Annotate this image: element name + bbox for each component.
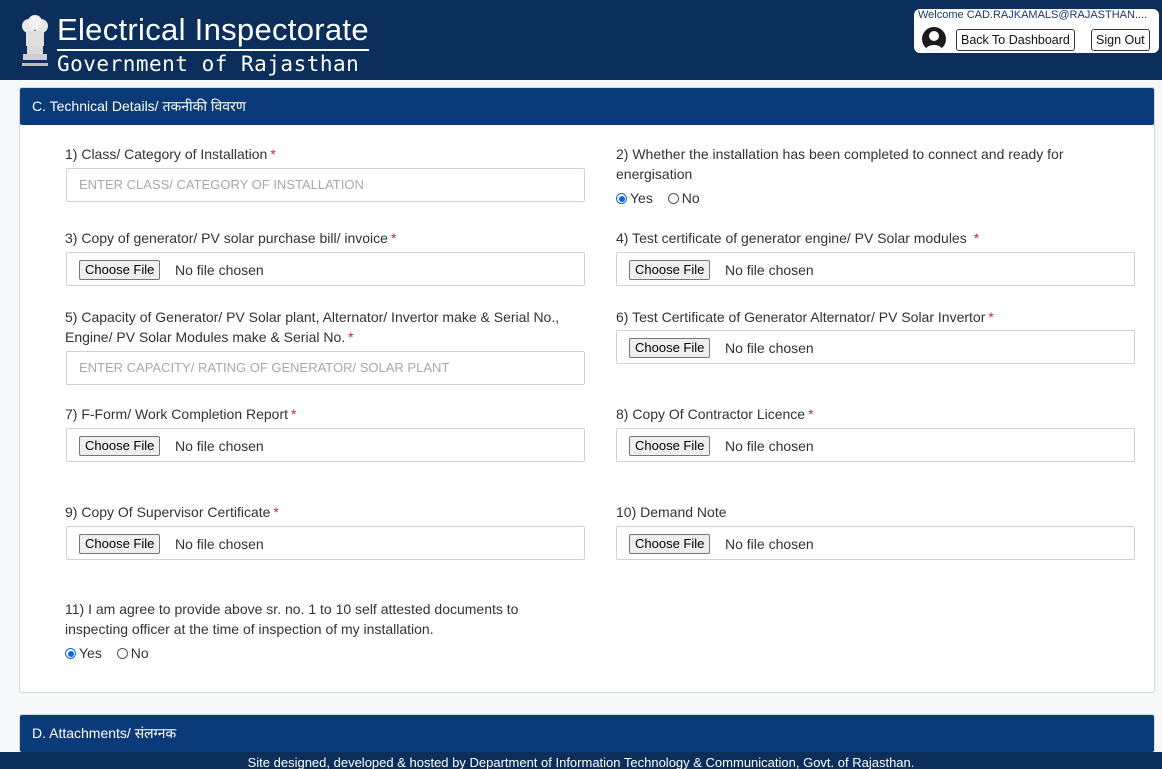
radio-yes[interactable] bbox=[65, 648, 76, 659]
choose-file-button[interactable]: Choose File bbox=[79, 260, 161, 280]
field-label-purchase-bill: 3) Copy of generator/ PV solar purchase … bbox=[65, 230, 397, 246]
class-category-input[interactable]: ENTER CLASS/ CATEGORY OF INSTALLATION bbox=[66, 168, 585, 202]
site-header: Electrical Inspectorate Government of Ra… bbox=[0, 0, 1162, 80]
choose-file-button[interactable]: Choose File bbox=[629, 260, 711, 280]
site-subtitle: Government of Rajasthan bbox=[57, 52, 360, 76]
choose-file-button[interactable]: Choose File bbox=[629, 338, 711, 358]
test-certificate-engine-file-input[interactable]: Choose File No file chosen bbox=[616, 252, 1135, 286]
user-avatar-icon[interactable] bbox=[922, 27, 946, 51]
file-status: No file chosen bbox=[725, 536, 814, 552]
field-label-test-certificate-engine: 4) Test certificate of generator engine/… bbox=[616, 230, 980, 246]
file-status: No file chosen bbox=[175, 438, 264, 454]
file-status: No file chosen bbox=[725, 340, 814, 356]
field-label-demand-note: 10) Demand Note bbox=[616, 504, 727, 520]
file-status: No file chosen bbox=[175, 262, 264, 278]
self-attested-radio-group: Yes No bbox=[65, 645, 160, 661]
purchase-bill-file-input[interactable]: Choose File No file chosen bbox=[66, 252, 585, 286]
welcome-text: Welcome CAD.RAJKAMALS@RAJASTHAN.... bbox=[918, 9, 1148, 21]
choose-file-button[interactable]: Choose File bbox=[629, 534, 711, 554]
field-label-supervisor-certificate: 9) Copy Of Supervisor Certificate * bbox=[65, 504, 279, 520]
radio-no[interactable] bbox=[116, 648, 128, 659]
choose-file-button[interactable]: Choose File bbox=[629, 436, 711, 456]
field-label-capacity: 5) Capacity of Generator/ PV Solar plant… bbox=[65, 309, 560, 345]
field-label-test-certificate-alternator: 6) Test Certificate of Generator Alterna… bbox=[616, 309, 994, 325]
field-label-installation-ready: 2) Whether the installation has been com… bbox=[616, 146, 1064, 182]
capacity-input[interactable]: ENTER CAPACITY/ RATING OF GENERATOR/ SOL… bbox=[66, 351, 585, 385]
contractor-licence-file-input[interactable]: Choose File No file chosen bbox=[616, 428, 1135, 462]
choose-file-button[interactable]: Choose File bbox=[79, 436, 161, 456]
choose-file-button[interactable]: Choose File bbox=[79, 534, 161, 554]
sign-out-button[interactable]: Sign Out bbox=[1091, 29, 1150, 51]
site-footer: Site designed, developed & hosted by Dep… bbox=[0, 752, 1162, 769]
field-label-class-category: 1) Class/ Category of Installation * bbox=[65, 146, 276, 162]
state-emblem-icon bbox=[22, 15, 48, 66]
field-label-contractor-licence: 8) Copy Of Contractor Licence * bbox=[616, 406, 814, 422]
radio-yes[interactable] bbox=[616, 193, 627, 204]
file-status: No file chosen bbox=[175, 536, 264, 552]
required-mark: * bbox=[270, 146, 276, 162]
installation-ready-radio-group: Yes No bbox=[616, 190, 711, 206]
section-header: C. Technical Details/ तकनीकी विवरण bbox=[20, 88, 1154, 125]
file-status: No file chosen bbox=[725, 438, 814, 454]
radio-no[interactable] bbox=[667, 193, 679, 204]
back-to-dashboard-button[interactable]: Back To Dashboard bbox=[956, 29, 1075, 51]
field-label-self-attested-agreement: 11) I am agree to provide above sr. no. … bbox=[65, 601, 519, 637]
demand-note-file-input[interactable]: Choose File No file chosen bbox=[616, 526, 1135, 560]
f-form-file-input[interactable]: Choose File No file chosen bbox=[66, 428, 585, 462]
section-header: D. Attachments/ संलग्नक bbox=[20, 715, 1154, 752]
supervisor-certificate-file-input[interactable]: Choose File No file chosen bbox=[66, 526, 585, 560]
site-title: Electrical Inspectorate bbox=[57, 12, 369, 51]
field-label-f-form: 7) F-Form/ Work Completion Report * bbox=[65, 406, 297, 422]
test-certificate-alternator-file-input[interactable]: Choose File No file chosen bbox=[616, 330, 1135, 364]
user-panel: Welcome CAD.RAJKAMALS@RAJASTHAN.... Back… bbox=[914, 9, 1159, 53]
technical-details-section: C. Technical Details/ तकनीकी विवरण 1) Cl… bbox=[19, 87, 1155, 693]
file-status: No file chosen bbox=[725, 262, 814, 278]
